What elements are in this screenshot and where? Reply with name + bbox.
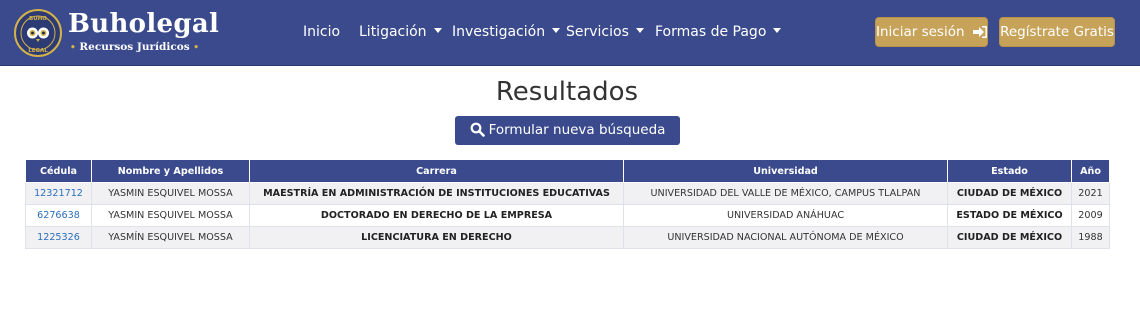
new-search-button[interactable]: Formular nueva búsqueda bbox=[455, 116, 680, 145]
nav-item-label: Servicios bbox=[566, 24, 629, 40]
search-icon bbox=[470, 122, 485, 137]
tagline-dot-right: • bbox=[193, 43, 200, 53]
top-navbar: BUHO LEGAL Buholegal • Recursos Jurídico… bbox=[0, 0, 1140, 66]
header-anio: Año bbox=[1071, 159, 1110, 183]
cedula-link[interactable]: 1225326 bbox=[25, 226, 92, 249]
cell-estado: CIUDAD DE MÉXICO bbox=[947, 182, 1072, 205]
page-title: Resultados bbox=[495, 77, 639, 107]
cell-estado: CIUDAD DE MÉXICO bbox=[947, 226, 1072, 249]
table-header-row: Cédula Nombre y Apellidos Carrera Univer… bbox=[25, 159, 1110, 183]
nav-item-formas-de-pago[interactable]: Formas de Pago bbox=[655, 22, 782, 42]
header-cedula: Cédula bbox=[25, 159, 92, 183]
cell-estado: ESTADO DE MÉXICO bbox=[947, 204, 1072, 227]
header-nombre: Nombre y Apellidos bbox=[91, 159, 250, 183]
tagline-text: Recursos Jurídicos bbox=[79, 41, 190, 53]
tagline-dot-left: • bbox=[70, 43, 76, 53]
cell-anio: 2021 bbox=[1071, 182, 1110, 205]
caret-down-icon bbox=[773, 28, 782, 33]
header-estado: Estado bbox=[947, 159, 1072, 183]
register-label: Regístrate Gratis bbox=[1000, 24, 1114, 40]
cell-carrera: LICENCIATURA EN DERECHO bbox=[249, 226, 624, 249]
sign-in-icon bbox=[972, 26, 987, 38]
caret-down-icon bbox=[635, 28, 644, 33]
nav-item-label: Investigación bbox=[452, 24, 546, 40]
nav-item-label: Inicio bbox=[303, 24, 341, 40]
header-universidad: Universidad bbox=[623, 159, 948, 183]
nav-item-label: Formas de Pago bbox=[655, 24, 767, 40]
brand-name[interactable]: Buholegal bbox=[68, 8, 219, 40]
cell-carrera: DOCTORADO EN DERECHO DE LA EMPRESA bbox=[249, 204, 624, 227]
new-search-label: Formular nueva búsqueda bbox=[488, 122, 666, 138]
cell-nombre: YASMIN ESQUIVEL MOSSA bbox=[91, 204, 250, 227]
table-row: 6276638 YASMIN ESQUIVEL MOSSA DOCTORADO … bbox=[25, 204, 1110, 227]
seal-text-top: BUHO bbox=[29, 16, 47, 22]
cell-nombre: YASMÍN ESQUIVEL MOSSA bbox=[91, 226, 250, 249]
cedula-link[interactable]: 12321712 bbox=[25, 182, 92, 205]
nav-item-inicio[interactable]: Inicio bbox=[303, 22, 340, 42]
nav-item-servicios[interactable]: Servicios bbox=[566, 22, 644, 42]
table-row: 12321712 YASMIN ESQUIVEL MOSSA MAESTRÍA … bbox=[25, 182, 1110, 205]
caret-down-icon bbox=[552, 28, 561, 33]
cell-nombre: YASMIN ESQUIVEL MOSSA bbox=[91, 182, 250, 205]
cedula-link[interactable]: 6276638 bbox=[25, 204, 92, 227]
login-label: Iniciar sesión bbox=[876, 24, 965, 40]
logo-seal-icon[interactable]: BUHO LEGAL bbox=[14, 9, 62, 57]
cell-universidad: UNIVERSIDAD DEL VALLE DE MÉXICO, CAMPUS … bbox=[623, 182, 948, 205]
brand-tagline: • Recursos Jurídicos • bbox=[70, 40, 200, 55]
nav-item-label: Litigación bbox=[359, 24, 427, 40]
cell-anio: 1988 bbox=[1071, 226, 1110, 249]
nav-item-investigacion[interactable]: Investigación bbox=[452, 22, 561, 42]
header-carrera: Carrera bbox=[249, 159, 624, 183]
table-row: 1225326 YASMÍN ESQUIVEL MOSSA LICENCIATU… bbox=[25, 226, 1110, 249]
login-button[interactable]: Iniciar sesión bbox=[875, 17, 988, 47]
caret-down-icon bbox=[433, 28, 442, 33]
cell-anio: 2009 bbox=[1071, 204, 1110, 227]
register-button[interactable]: Regístrate Gratis bbox=[999, 17, 1115, 47]
results-table: Cédula Nombre y Apellidos Carrera Univer… bbox=[25, 159, 1110, 249]
cell-universidad: UNIVERSIDAD NACIONAL AUTÓNOMA DE MÉXICO bbox=[623, 226, 948, 249]
cell-universidad: UNIVERSIDAD ANÁHUAC bbox=[623, 204, 948, 227]
nav-item-litigacion[interactable]: Litigación bbox=[359, 22, 442, 42]
seal-text-bottom: LEGAL bbox=[28, 48, 48, 54]
cell-carrera: MAESTRÍA EN ADMINISTRACIÓN DE INSTITUCIO… bbox=[249, 182, 624, 205]
